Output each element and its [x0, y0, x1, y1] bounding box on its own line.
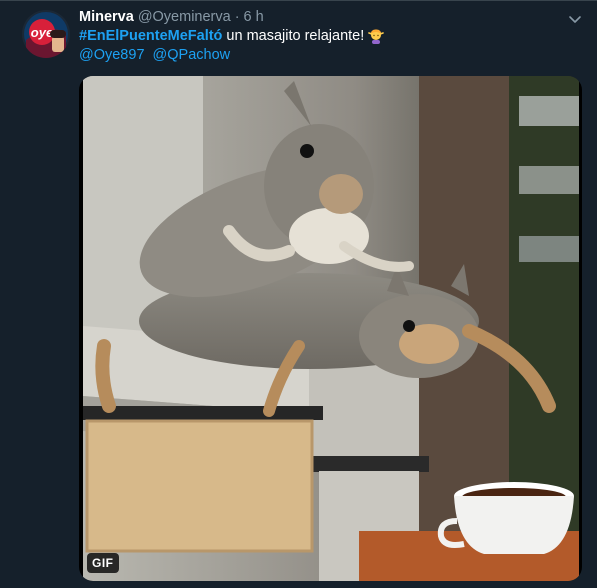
person-getting-massage-emoji-icon: [368, 29, 385, 44]
mention-qpachow[interactable]: @QPachow: [153, 47, 231, 63]
display-name[interactable]: Minerva: [79, 9, 134, 25]
gif-badge: GIF: [87, 553, 119, 573]
squirrel-massage-image: [83, 76, 579, 581]
avatar[interactable]: oye: [22, 10, 70, 58]
top-divider: [0, 0, 597, 1]
tweet-header: Minerva @Oyeminerva · 6 h: [79, 9, 264, 27]
tweet-media-gif[interactable]: GIF: [79, 76, 582, 581]
avatar-image: oye: [22, 10, 70, 58]
tweet-body: un masajito relajante!: [226, 28, 365, 44]
mention-oye897[interactable]: @Oye897: [79, 47, 145, 63]
timestamp[interactable]: 6 h: [244, 9, 264, 25]
hashtag-link[interactable]: #EnElPuenteMeFaltó: [79, 28, 222, 44]
separator-dot: ·: [234, 9, 240, 25]
avatar-logo-text: oye: [31, 25, 53, 40]
mentions: @Oye897 @QPachow: [79, 47, 234, 63]
user-handle[interactable]: @Oyeminerva: [138, 9, 231, 25]
tweet-text: #EnElPuenteMeFaltó un masajito relajante…: [79, 28, 385, 44]
chevron-down-icon[interactable]: [566, 10, 584, 28]
